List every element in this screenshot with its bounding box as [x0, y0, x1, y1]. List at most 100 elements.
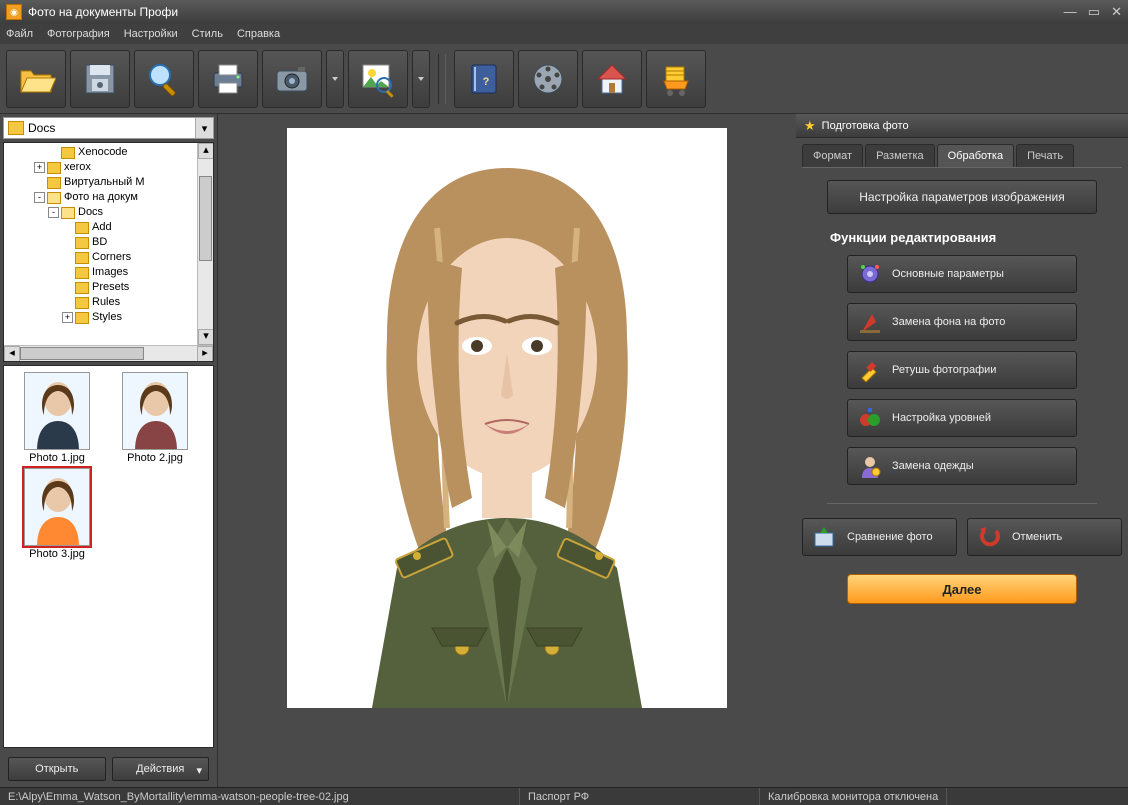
- tree-node[interactable]: Images: [6, 265, 211, 280]
- tree-node[interactable]: + Styles: [6, 310, 211, 325]
- toolbar-print[interactable]: [198, 50, 258, 108]
- tree-node[interactable]: Xenocode: [6, 145, 211, 160]
- tree-node[interactable]: BD: [6, 235, 211, 250]
- menu-file[interactable]: Файл: [6, 28, 33, 40]
- toolbar-camera[interactable]: [262, 50, 322, 108]
- func-clothes-button[interactable]: Замена одежды: [847, 447, 1077, 485]
- tree-node[interactable]: Presets: [6, 280, 211, 295]
- toolbar-image-dropdown[interactable]: [412, 50, 430, 108]
- path-dropdown[interactable]: ▾: [195, 118, 213, 138]
- tree-label: Images: [92, 265, 128, 280]
- right-panel: ★ Подготовка фото ФорматРазметкаОбработк…: [796, 114, 1128, 787]
- tree-node[interactable]: Виртуальный М: [6, 175, 211, 190]
- tab-0[interactable]: Формат: [802, 144, 863, 167]
- thumbnail-item[interactable]: Photo 2.jpg: [108, 372, 202, 464]
- toolbar-help[interactable]: ?: [454, 50, 514, 108]
- tab-3[interactable]: Печать: [1016, 144, 1074, 167]
- toolbar-save[interactable]: [70, 50, 130, 108]
- toolbar-preview[interactable]: [134, 50, 194, 108]
- tree-expander: [48, 147, 59, 158]
- tree-node[interactable]: Add: [6, 220, 211, 235]
- tree-node[interactable]: -Фото на докум: [6, 190, 211, 205]
- star-icon: ★: [804, 118, 816, 134]
- cancel-button[interactable]: Отменить: [967, 518, 1122, 556]
- folder-icon: [75, 267, 89, 279]
- tab-1[interactable]: Разметка: [865, 144, 935, 167]
- folder-icon: [75, 237, 89, 249]
- tree-expander: [62, 237, 73, 248]
- open-button[interactable]: Открыть: [8, 757, 106, 781]
- tree-expander: [62, 222, 73, 233]
- tree-label: Presets: [92, 280, 129, 295]
- tree-label: Виртуальный М: [64, 175, 145, 190]
- clothes-icon: [858, 454, 882, 478]
- bg-icon: [858, 310, 882, 334]
- next-button[interactable]: Далее: [847, 574, 1077, 604]
- tree-label: Add: [92, 220, 112, 235]
- image-settings-button[interactable]: Настройка параметров изображения: [827, 180, 1097, 214]
- levels-icon: [858, 406, 882, 430]
- folder-icon: [61, 147, 75, 159]
- menu-help[interactable]: Справка: [237, 28, 280, 40]
- svg-text:?: ?: [483, 76, 490, 88]
- status-path: E:\Alpy\Emma_Watson_ByMortallity\emma-wa…: [0, 788, 520, 805]
- folder-icon: [8, 121, 24, 135]
- editing-section-title: Функции редактирования: [830, 230, 996, 245]
- thumbnail-item[interactable]: Photo 1.jpg: [10, 372, 104, 464]
- menu-settings[interactable]: Настройки: [124, 28, 178, 40]
- func-gear-button[interactable]: Основные параметры: [847, 255, 1077, 293]
- tree-vscrollbar[interactable]: ▴▾: [197, 143, 213, 345]
- tree-label: xerox: [64, 160, 91, 175]
- toolbar-open[interactable]: [6, 50, 66, 108]
- path-input[interactable]: [28, 121, 195, 135]
- tree-expander[interactable]: -: [48, 207, 59, 218]
- tree-node[interactable]: Corners: [6, 250, 211, 265]
- tree-node[interactable]: + xerox: [6, 160, 211, 175]
- photo-preview-area: [218, 114, 796, 787]
- folder-icon: [75, 252, 89, 264]
- func-brush-button[interactable]: Ретушь фотографии: [847, 351, 1077, 389]
- minimize-button[interactable]: —: [1064, 4, 1077, 19]
- thumbnail-grid: Photo 1.jpgPhoto 2.jpgPhoto 3.jpg: [3, 365, 214, 748]
- tree-node[interactable]: Rules: [6, 295, 211, 310]
- actions-button[interactable]: Действия▾: [112, 757, 210, 781]
- toolbar-home[interactable]: [582, 50, 642, 108]
- tree-label: Docs: [78, 205, 103, 220]
- toolbar-order[interactable]: [646, 50, 706, 108]
- path-bar[interactable]: ▾: [3, 117, 214, 139]
- tree-label: Corners: [92, 250, 131, 265]
- titlebar: ◉ Фото на документы Профи — ▭ ✕: [0, 0, 1128, 24]
- func-levels-button[interactable]: Настройка уровней: [847, 399, 1077, 437]
- toolbar-image-browse[interactable]: [348, 50, 408, 108]
- compare-photo-button[interactable]: Сравнение фото: [802, 518, 957, 556]
- folder-icon: [75, 297, 89, 309]
- tree-expander: [62, 282, 73, 293]
- folder-icon: [75, 282, 89, 294]
- folder-icon: [47, 192, 61, 204]
- toolbar-camera-dropdown[interactable]: [326, 50, 344, 108]
- status-format: Паспорт РФ: [520, 788, 760, 805]
- tree-label: Styles: [92, 310, 122, 325]
- func-bg-button[interactable]: Замена фона на фото: [847, 303, 1077, 341]
- menu-style[interactable]: Стиль: [192, 28, 223, 40]
- gear-icon: [858, 262, 882, 286]
- app-icon: ◉: [6, 4, 22, 20]
- menu-photo[interactable]: Фотография: [47, 28, 110, 40]
- folder-tree: Xenocode + xeroxВиртуальный М-Фото на доку…: [3, 142, 214, 362]
- maximize-button[interactable]: ▭: [1088, 4, 1100, 19]
- tree-node[interactable]: - Docs: [6, 205, 211, 220]
- tree-hscrollbar[interactable]: ◂▸: [4, 345, 213, 361]
- thumbnail-item[interactable]: Photo 3.jpg: [10, 468, 104, 560]
- tree-label: BD: [92, 235, 107, 250]
- tree-expander[interactable]: +: [34, 162, 45, 173]
- tree-expander: [62, 297, 73, 308]
- tree-expander[interactable]: -: [34, 192, 45, 203]
- tab-2[interactable]: Обработка: [937, 144, 1014, 167]
- tree-expander[interactable]: +: [62, 312, 73, 323]
- photo-canvas[interactable]: [287, 128, 727, 708]
- toolbar: ?: [0, 44, 1128, 114]
- folder-icon: [75, 312, 89, 324]
- close-button[interactable]: ✕: [1111, 4, 1122, 19]
- toolbar-separator: [438, 54, 446, 104]
- toolbar-video[interactable]: [518, 50, 578, 108]
